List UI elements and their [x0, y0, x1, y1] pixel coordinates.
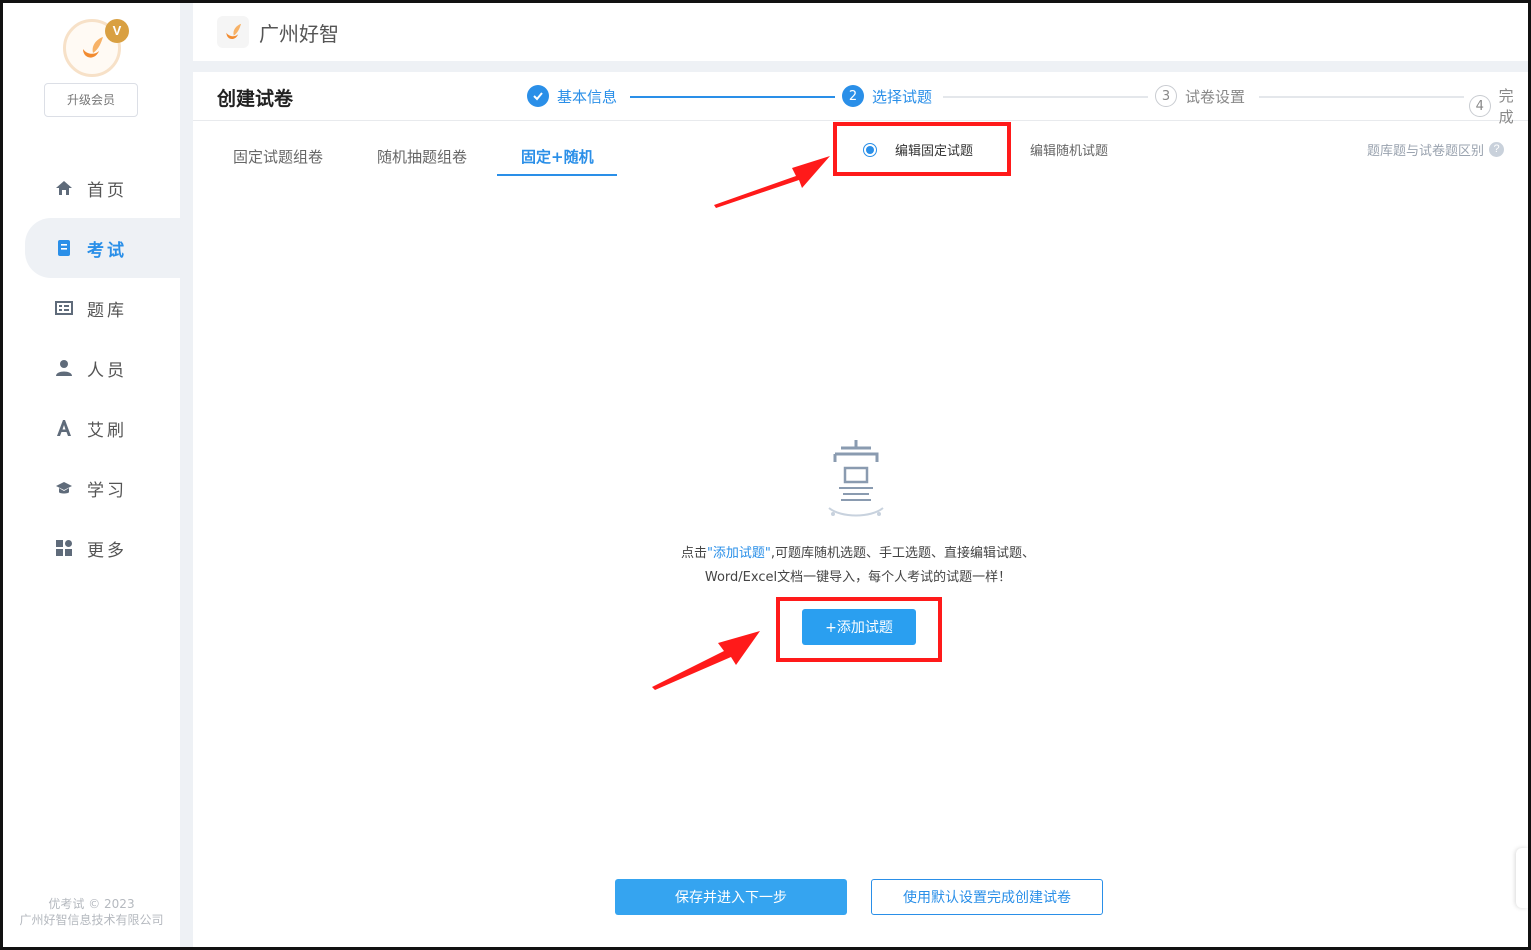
active-tab-indicator [497, 174, 617, 176]
help-link[interactable]: 题库题与试卷题区别 ? [1367, 140, 1504, 159]
step-number: 3 [1155, 85, 1177, 107]
step-paper-settings: 3 试卷设置 [1155, 85, 1245, 107]
copyright-line: 优考试 © 2023 [48, 897, 135, 911]
step-label: 试卷设置 [1185, 87, 1246, 106]
page-title: 创建试卷 [217, 88, 294, 110]
hint-line-1: 点击"添加试题",可题库随机选题、手工选题、直接编辑试题、 [593, 542, 1123, 566]
sidebar-item-label: 学习 [87, 480, 127, 501]
sidebar-item-home[interactable]: 首页 [3, 158, 180, 218]
step-complete: 4 完成 [1469, 85, 1528, 127]
step-number: 4 [1469, 95, 1491, 117]
sidebar-item-label: 考试 [87, 240, 127, 261]
sidebar-item-label: 更多 [87, 540, 127, 561]
hint-line-2: Word/Excel文档一键导入，每个人考试的试题一样！ [704, 570, 1012, 585]
graduation-cap-icon [55, 479, 73, 497]
annotation-arrow-icon [652, 631, 760, 690]
question-bank-icon [55, 299, 73, 317]
save-and-next-button[interactable]: 保存并进入下一步 [615, 879, 847, 915]
sidebar-item-label: 人员 [87, 360, 127, 381]
wizard-header: 创建试卷 基本信息 2 选择试题 3 试卷设置 4 完成 [193, 72, 1528, 126]
brand-name: 广州好智 [259, 21, 339, 46]
compose-mode-tabs: 固定试题组卷 随机抽题组卷 固定+随机 [193, 130, 693, 178]
sidebar-item-aishua[interactable]: 艾刷 [3, 398, 180, 458]
user-avatar[interactable]: V [63, 19, 129, 79]
brand-logo-icon [217, 16, 249, 48]
step-basic-info: 基本信息 [527, 85, 617, 107]
tab-fixed[interactable]: 固定试题组卷 [233, 146, 323, 179]
step-connector [943, 96, 1148, 98]
sidebar-item-label: 题库 [87, 300, 127, 321]
top-header: 广州好智 [193, 3, 1528, 61]
annotation-arrow-icon [714, 156, 830, 208]
home-icon [55, 179, 73, 197]
sidebar-item-label: 艾刷 [87, 420, 127, 441]
step-select-questions: 2 选择试题 [842, 85, 932, 107]
highlight-box [833, 122, 1011, 176]
radio-label: 编辑随机试题 [1030, 144, 1109, 159]
step-connector [1259, 96, 1464, 98]
use-defaults-button[interactable]: 使用默认设置完成创建试卷 [871, 879, 1103, 915]
sidebar-item-question-bank[interactable]: 题库 [3, 278, 180, 338]
hint-add-link: "添加试题" [706, 546, 771, 561]
question-mark-icon: ? [1489, 142, 1504, 157]
sidebar-item-label: 首页 [87, 180, 127, 201]
step-label: 选择试题 [872, 87, 933, 106]
company-name: 广州好智信息技术有限公司 [19, 913, 164, 927]
check-icon [527, 85, 549, 107]
hint-prefix: 点击 [680, 546, 707, 561]
hint-suffix: ,可题库随机选题、手工选题、直接编辑试题、 [770, 546, 1036, 561]
sidebar: V 升级会员 首页 考试 题库 人员 艾刷 学习 更多 优考试 © 2023 广… [3, 3, 180, 947]
highlight-box [776, 597, 942, 662]
tab-random[interactable]: 随机抽题组卷 [377, 146, 467, 179]
step-connector [630, 96, 835, 98]
exam-icon [55, 239, 73, 257]
sidebar-nav: 首页 考试 题库 人员 艾刷 学习 更多 [3, 158, 180, 578]
upgrade-member-button[interactable]: 升级会员 [44, 83, 138, 117]
apps-grid-icon [55, 539, 73, 557]
person-icon [55, 359, 73, 377]
radio-edit-random[interactable]: 编辑随机试题 [1030, 140, 1108, 159]
side-drawer-handle[interactable] [1516, 848, 1528, 908]
step-number: 2 [842, 85, 864, 107]
font-a-icon [55, 419, 73, 437]
empty-box-icon [821, 438, 891, 524]
sidebar-item-exam[interactable]: 考试 [25, 218, 180, 278]
copyright: 优考试 © 2023 广州好智信息技术有限公司 [3, 896, 180, 928]
sidebar-item-people[interactable]: 人员 [3, 338, 180, 398]
empty-state-hint: 点击"添加试题",可题库随机选题、手工选题、直接编辑试题、 Word/Excel… [593, 542, 1123, 590]
step-label: 完成 [1498, 87, 1514, 126]
sidebar-item-learning[interactable]: 学习 [3, 458, 180, 518]
sidebar-item-more[interactable]: 更多 [3, 518, 180, 578]
vip-badge: V [105, 19, 129, 43]
help-link-label: 题库题与试卷题区别 [1366, 144, 1484, 159]
main-panel: 创建试卷 基本信息 2 选择试题 3 试卷设置 4 完成 固定试题组卷 随机抽题… [193, 72, 1528, 947]
step-label: 基本信息 [557, 87, 618, 106]
